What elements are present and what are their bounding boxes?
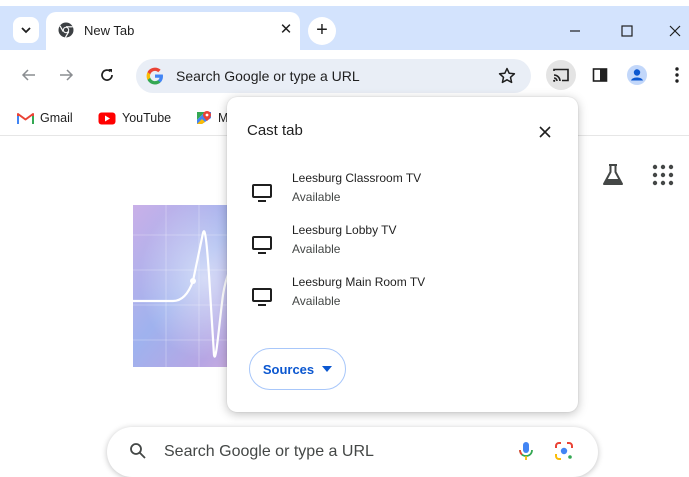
maximize-button[interactable] <box>612 16 642 46</box>
close-window-button[interactable] <box>660 16 689 46</box>
omnibox-placeholder: Search Google or type a URL <box>176 68 360 84</box>
ntp-search-placeholder: Search Google or type a URL <box>164 443 374 460</box>
chrome-labs-icon[interactable] <box>598 160 628 190</box>
tv-icon <box>252 236 272 254</box>
cast-sink-name: Leesburg Classroom TV <box>292 171 422 185</box>
bookmark-youtube[interactable]: YouTube <box>98 108 171 128</box>
menu-button[interactable] <box>662 60 689 90</box>
cast-button[interactable] <box>546 60 576 90</box>
cast-sink-status: Available <box>292 242 341 256</box>
cast-sink-name: Leesburg Lobby TV <box>292 223 397 237</box>
bookmark-label: YouTube <box>122 111 172 125</box>
toolbar: Search Google or type a URL <box>0 50 689 100</box>
tab-strip: New Tab ✕ + <box>0 0 689 50</box>
cast-sink-item[interactable]: Leesburg Classroom TV Available <box>227 171 578 219</box>
maps-icon <box>197 111 211 124</box>
sources-dropdown-button[interactable]: Sources <box>249 348 346 390</box>
bookmark-star-button[interactable] <box>496 65 518 87</box>
tab-title: New Tab <box>84 23 135 38</box>
reload-button[interactable] <box>95 63 119 87</box>
cast-sink-name: Leesburg Main Room TV <box>292 275 426 289</box>
chrome-icon <box>58 22 74 38</box>
bookmark-label: Gmail <box>40 111 73 125</box>
minimize-icon <box>570 30 580 32</box>
ntp-search-box[interactable]: Search Google or type a URL <box>107 427 598 477</box>
cast-dialog: Cast tab Leesburg Classroom TV Available… <box>227 97 578 412</box>
side-panel-icon <box>592 68 608 82</box>
cast-sink-status: Available <box>292 190 341 204</box>
google-apps-icon[interactable] <box>650 162 676 188</box>
cast-sink-item[interactable]: Leesburg Lobby TV Available <box>227 223 578 271</box>
bookmark-gmail[interactable]: Gmail <box>17 108 73 128</box>
caret-down-icon <box>322 366 333 372</box>
more-vert-icon <box>675 67 679 83</box>
gmail-icon <box>17 112 34 124</box>
plus-icon: + <box>316 19 328 41</box>
star-icon <box>498 67 516 84</box>
forward-button[interactable] <box>54 63 78 87</box>
google-lens-icon[interactable] <box>553 440 575 462</box>
cast-icon <box>553 68 569 82</box>
omnibox[interactable]: Search Google or type a URL <box>136 59 531 93</box>
tab-new-tab[interactable]: New Tab ✕ <box>46 12 300 50</box>
close-icon <box>669 25 681 37</box>
chevron-down-icon <box>21 27 31 34</box>
arrow-right-icon <box>60 69 74 81</box>
google-g-icon <box>146 67 163 85</box>
avatar-icon <box>627 65 647 85</box>
window-top-edge <box>0 0 689 6</box>
reload-icon <box>101 69 113 81</box>
search-icon <box>130 443 146 459</box>
profile-button[interactable] <box>622 60 652 90</box>
tab-search-button[interactable] <box>13 17 39 43</box>
maximize-icon <box>621 25 633 37</box>
minimize-button[interactable] <box>560 16 590 46</box>
arrow-left-icon <box>21 69 35 81</box>
microphone-icon[interactable] <box>515 440 537 462</box>
cast-dialog-close-button[interactable] <box>532 119 558 145</box>
bookmark-maps[interactable]: M <box>196 108 228 128</box>
side-panel-button[interactable] <box>585 60 615 90</box>
back-button[interactable] <box>17 63 41 87</box>
youtube-icon <box>98 112 116 124</box>
tab-close-button[interactable]: ✕ <box>276 20 296 40</box>
tv-icon <box>252 288 272 306</box>
cast-sink-status: Available <box>292 294 341 308</box>
tv-icon <box>252 184 272 202</box>
new-tab-button[interactable]: + <box>308 17 336 45</box>
cast-dialog-title: Cast tab <box>247 122 303 139</box>
cast-sink-item[interactable]: Leesburg Main Room TV Available <box>227 275 578 323</box>
sources-label: Sources <box>262 361 315 377</box>
close-icon <box>539 126 551 138</box>
